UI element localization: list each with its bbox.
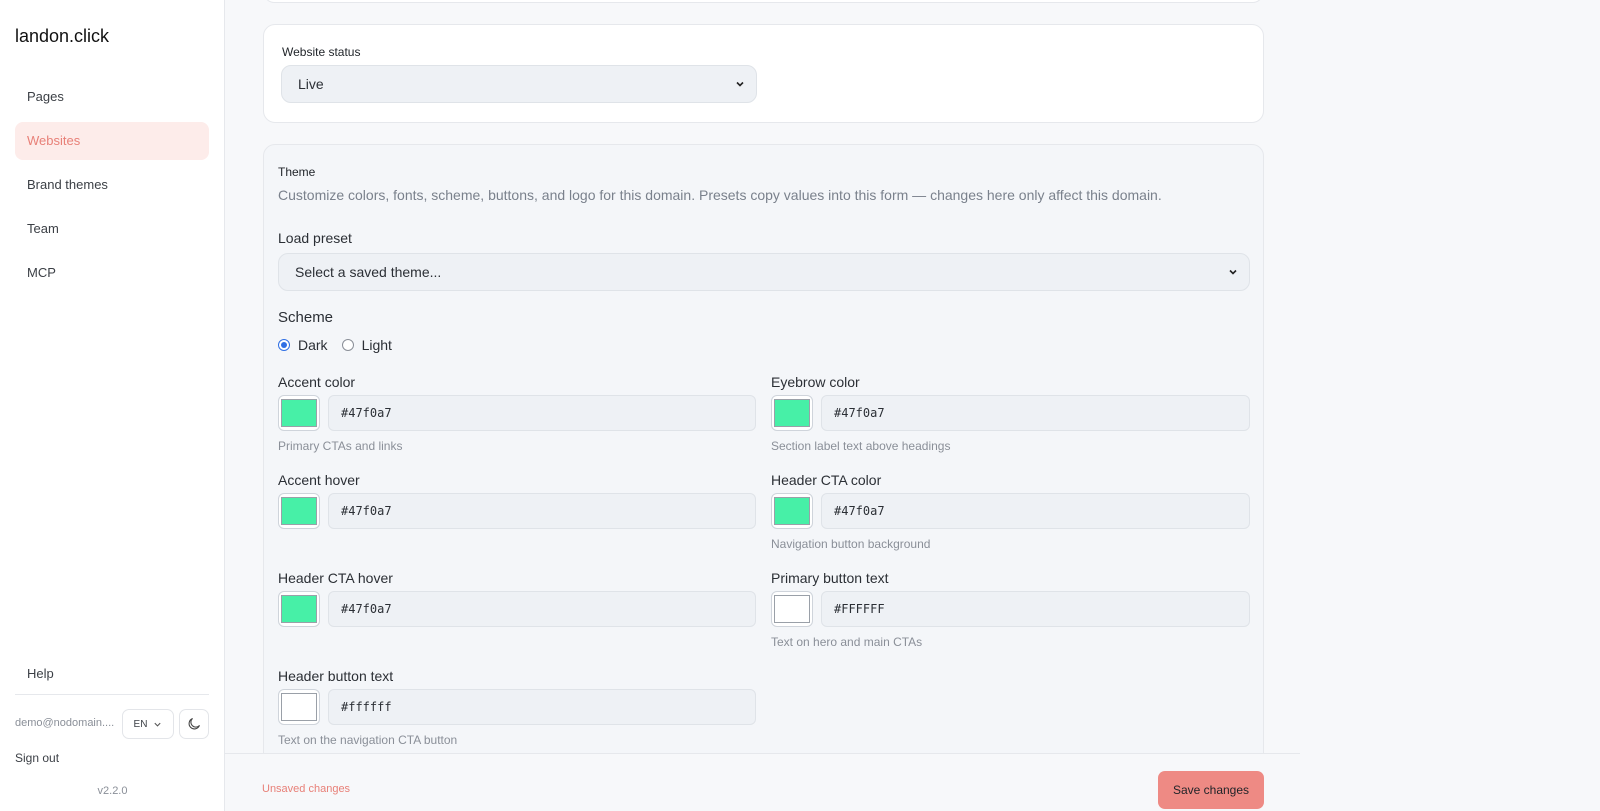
help-link[interactable]: Help (27, 666, 54, 681)
website-status-value: Live (298, 76, 324, 92)
theme-card: Theme Customize colors, fonts, scheme, b… (263, 144, 1264, 784)
header-cta-color-input[interactable]: #47f0a7 (821, 493, 1250, 529)
chevron-down-icon (736, 81, 744, 87)
sidebar-item-brand-themes[interactable]: Brand themes (15, 166, 209, 204)
scheme-radio-light[interactable] (341, 339, 354, 351)
header-cta-hover-label: Header CTA hover (278, 570, 393, 586)
accent-color-hint: Primary CTAs and links (278, 439, 403, 453)
unsaved-changes-indicator: Unsaved changes (262, 783, 351, 795)
scheme-option-dark-label[interactable]: Dark (298, 337, 328, 353)
eyebrow-color-hint: Section label text above headings (771, 439, 951, 453)
load-preset-value: Select a saved theme... (295, 264, 442, 280)
website-status-label: Website status (282, 45, 361, 59)
scheme-radio-group: Dark Light (278, 337, 392, 353)
eyebrow-color-swatch[interactable] (771, 395, 813, 431)
app-logo[interactable]: landon.click (15, 26, 109, 47)
sidebar-divider (15, 694, 209, 695)
primary-button-text-input[interactable]: #FFFFFF (821, 591, 1250, 627)
sidebar-nav: Pages Websites Brand themes Team MCP (15, 78, 209, 298)
header-button-text-hint: Text on the navigation CTA button (278, 733, 458, 747)
website-status-card: Website status Live (263, 24, 1264, 123)
user-email: demo@nodomain.... (15, 717, 115, 729)
accent-color-label: Accent color (278, 374, 356, 390)
main-content: Website status Live Theme Customize colo… (225, 0, 1600, 811)
website-status-select[interactable]: Live (281, 65, 757, 103)
accent-color-input[interactable]: #47f0a7 (328, 395, 756, 431)
dark-mode-toggle[interactable] (179, 709, 209, 739)
primary-button-text-label: Primary button text (771, 570, 889, 586)
accent-color-swatch[interactable] (278, 395, 320, 431)
scheme-radio-dark[interactable] (278, 339, 290, 351)
theme-description: Customize colors, fonts, scheme, buttons… (278, 187, 1162, 203)
eyebrow-color-input[interactable]: #47f0a7 (821, 395, 1250, 431)
header-cta-hover-input[interactable]: #47f0a7 (328, 591, 756, 627)
header-button-text-swatch[interactable] (278, 689, 320, 725)
sign-out-link[interactable]: Sign out (15, 751, 59, 765)
primary-button-text-swatch[interactable] (771, 591, 813, 627)
load-preset-select[interactable]: Select a saved theme... (278, 253, 1250, 291)
theme-title: Theme (278, 165, 316, 179)
accent-hover-input[interactable]: #47f0a7 (328, 493, 756, 529)
chevron-down-icon (154, 722, 162, 727)
primary-button-text-hint: Text on hero and main CTAs (771, 635, 923, 649)
chevron-down-icon (1229, 269, 1237, 275)
app-version: v2.2.0 (97, 785, 128, 797)
header-cta-color-swatch[interactable] (771, 493, 813, 529)
header-cta-color-label: Header CTA color (771, 472, 882, 488)
sidebar: landon.click Pages Websites Brand themes… (0, 0, 225, 811)
language-select[interactable]: EN (122, 709, 174, 739)
eyebrow-color-label: Eyebrow color (771, 374, 860, 390)
sidebar-item-pages[interactable]: Pages (15, 78, 209, 116)
scheme-label: Scheme (278, 309, 334, 326)
previous-card (263, 0, 1264, 3)
sidebar-item-mcp[interactable]: MCP (15, 254, 209, 292)
header-cta-hover-swatch[interactable] (278, 591, 320, 627)
scheme-option-light-label[interactable]: Light (362, 337, 392, 353)
header-cta-color-hint: Navigation button background (771, 537, 931, 551)
header-button-text-label: Header button text (278, 668, 394, 684)
load-preset-label: Load preset (278, 230, 352, 246)
moon-icon (188, 718, 200, 730)
sidebar-item-websites[interactable]: Websites (15, 122, 209, 160)
accent-hover-swatch[interactable] (278, 493, 320, 529)
save-bar: Unsaved changes Save changes (225, 753, 1300, 811)
header-button-text-input[interactable]: #ffffff (328, 689, 756, 725)
accent-hover-label: Accent hover (278, 472, 360, 488)
save-changes-button[interactable]: Save changes (1158, 771, 1264, 809)
language-value: EN (133, 718, 148, 730)
sidebar-item-team[interactable]: Team (15, 210, 209, 248)
